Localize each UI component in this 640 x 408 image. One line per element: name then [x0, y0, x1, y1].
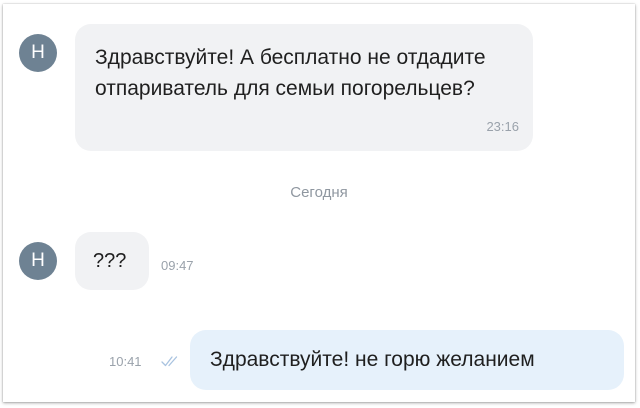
- message-bubble-incoming[interactable]: ???: [75, 232, 149, 290]
- message-text: ???: [93, 250, 127, 272]
- message-time: 23:16: [486, 119, 519, 134]
- avatar-letter: Н: [31, 250, 45, 271]
- message-text: Здравствуйте! не горю желанием: [210, 348, 535, 371]
- avatar-letter: Н: [31, 42, 45, 63]
- chat-window: Н Здравствуйте! А бесплатно не отдадите …: [3, 4, 635, 402]
- message-time: 10:41: [109, 354, 142, 369]
- message-bubble-incoming[interactable]: Здравствуйте! А бесплатно не отдадите от…: [75, 24, 533, 151]
- contact-avatar[interactable]: Н: [19, 242, 57, 280]
- date-separator: Сегодня: [290, 184, 348, 201]
- message-time: 09:47: [161, 258, 194, 273]
- double-check-icon: [161, 356, 178, 367]
- message-text: Здравствуйте! А бесплатно не отдадите от…: [95, 46, 486, 100]
- contact-avatar[interactable]: Н: [19, 34, 57, 72]
- message-bubble-outgoing[interactable]: Здравствуйте! не горю желанием: [190, 330, 624, 390]
